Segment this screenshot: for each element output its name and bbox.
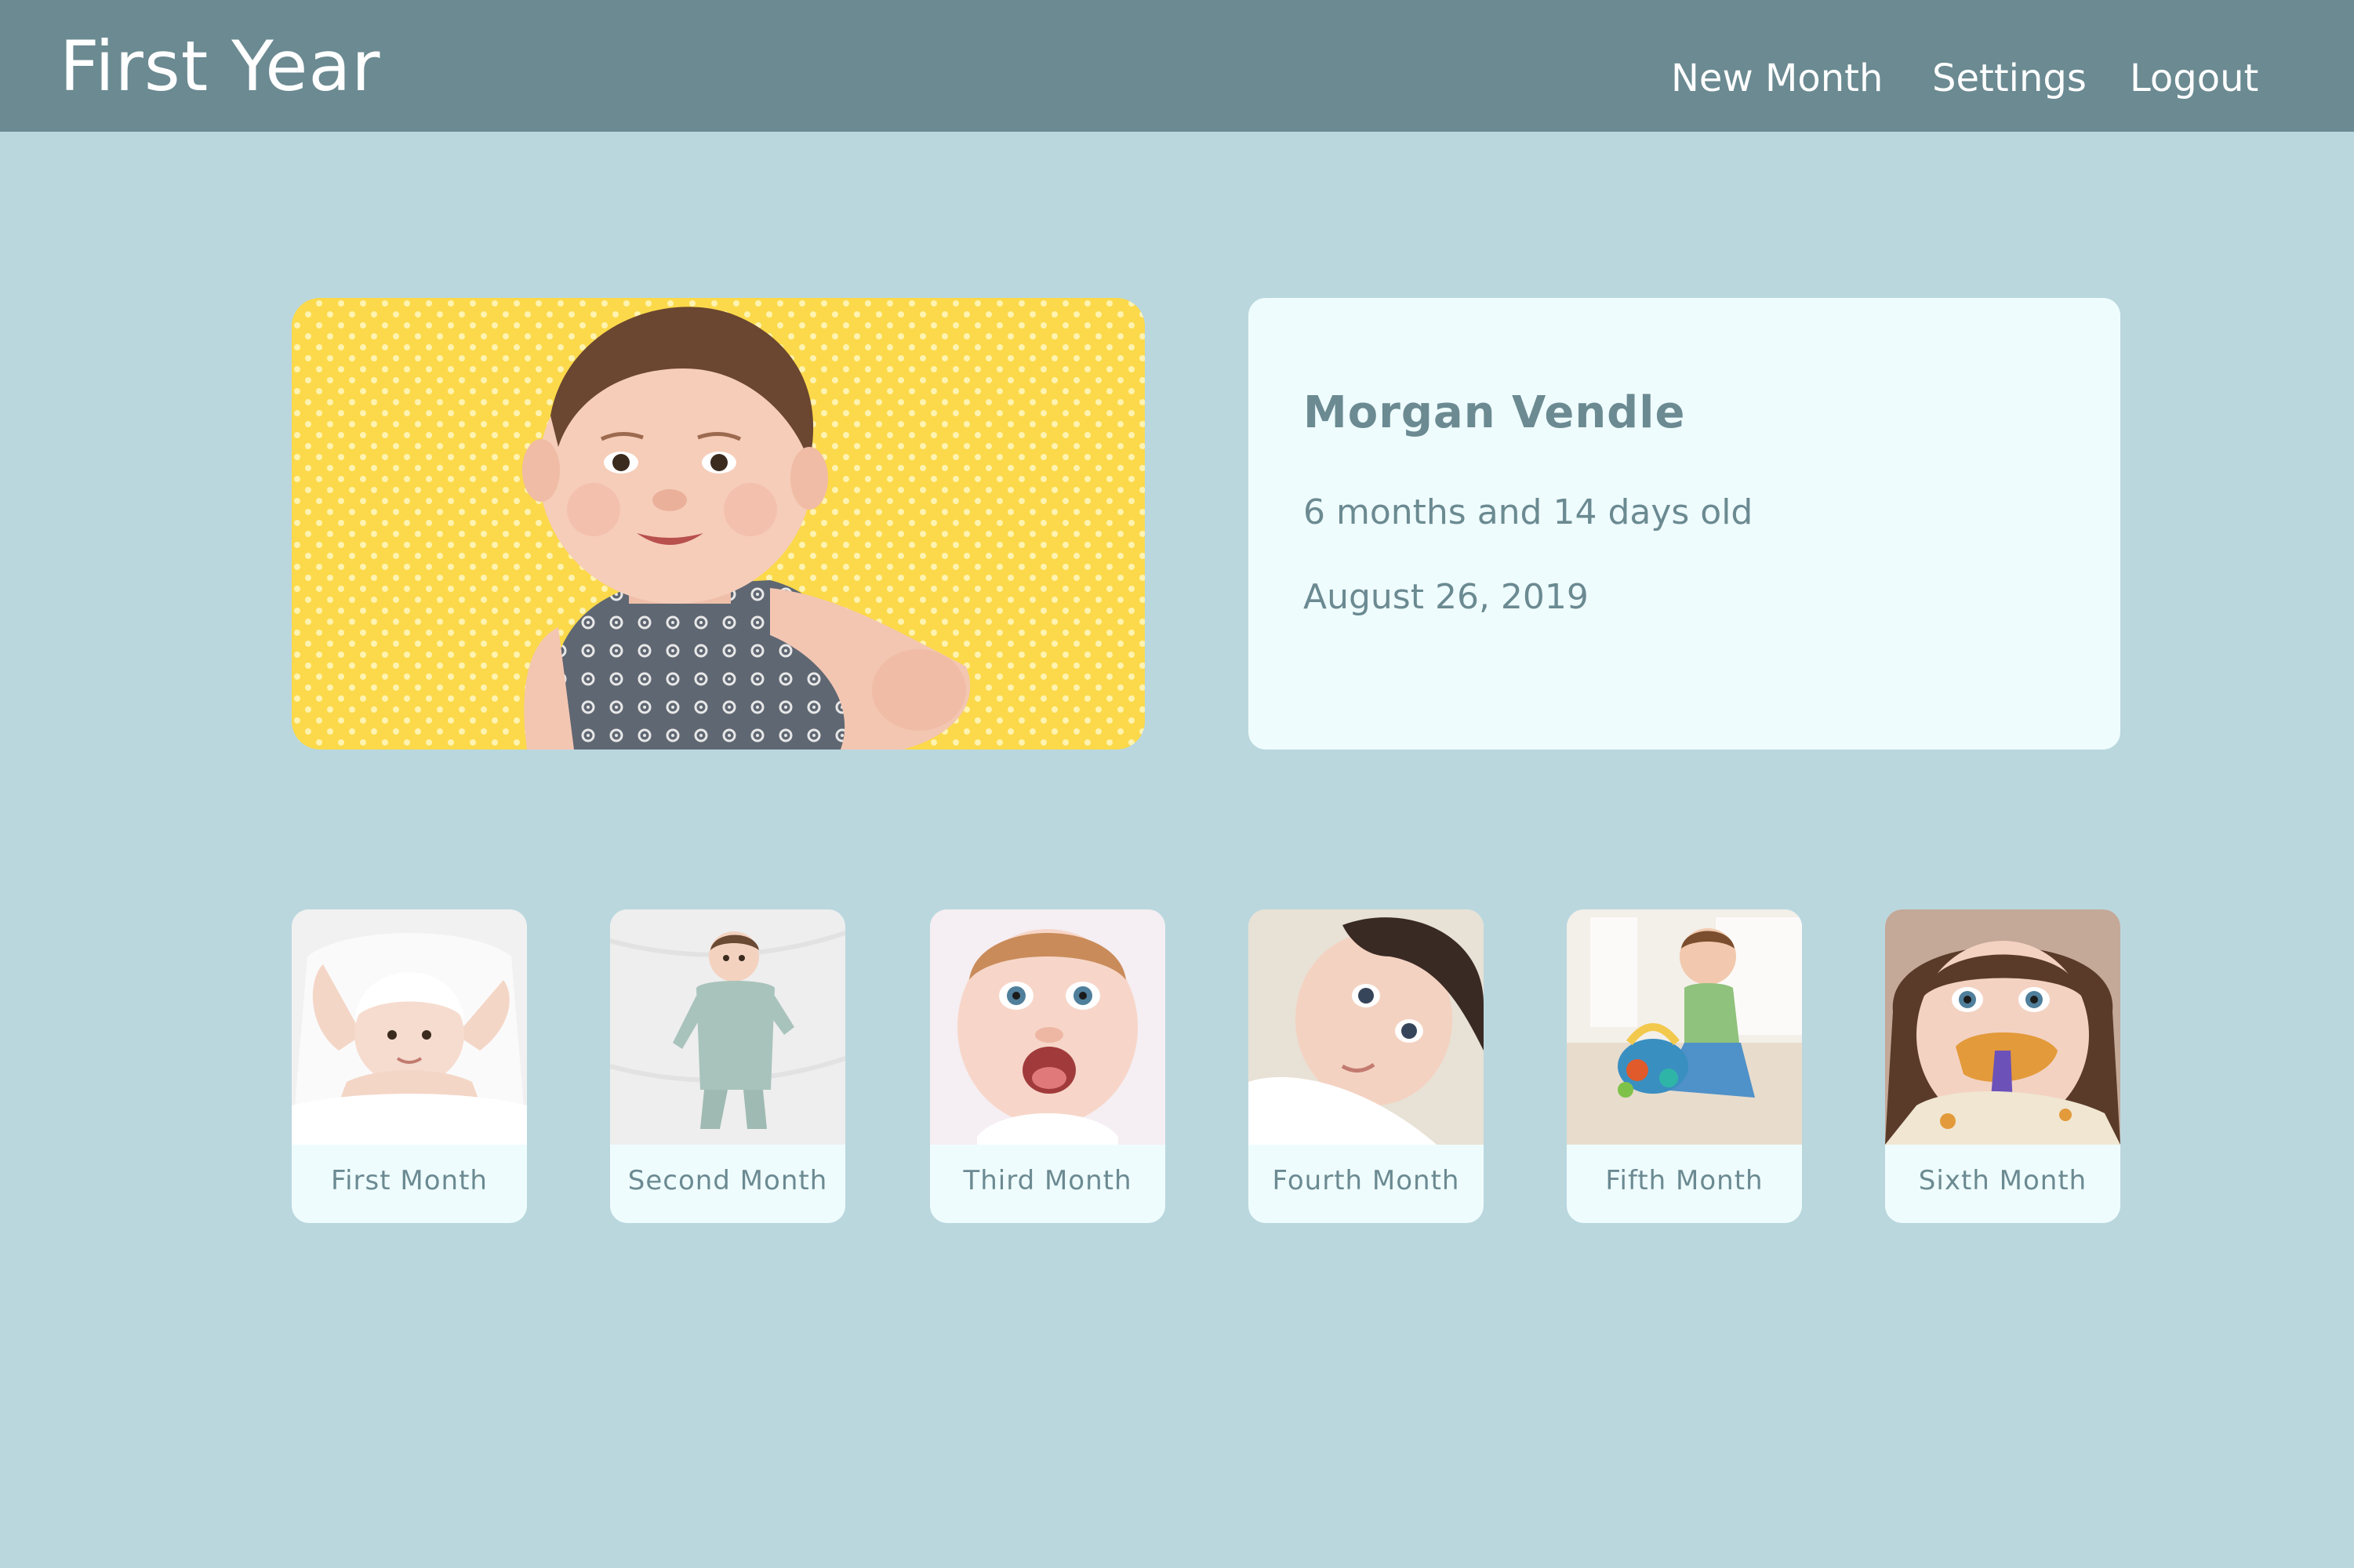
nav-new-month-link[interactable]: New Month <box>1671 55 1883 102</box>
fifth-month-photo <box>1567 909 1802 1145</box>
month-card-first[interactable]: First Month <box>292 909 527 1223</box>
second-month-photo <box>610 909 845 1145</box>
nav-settings-link[interactable]: Settings <box>1932 55 2087 102</box>
month-card-second[interactable]: Second Month <box>610 909 845 1223</box>
month-label: First Month <box>331 1165 488 1196</box>
baby-hero-photo <box>292 298 1145 750</box>
sixth-month-photo <box>1885 909 2120 1145</box>
first-month-photo <box>292 909 527 1145</box>
month-label: Third Month <box>963 1165 1132 1196</box>
month-card-third[interactable]: Third Month <box>930 909 1165 1223</box>
baby-name: Morgan Vendle <box>1303 387 1686 438</box>
month-label: Fourth Month <box>1272 1165 1460 1196</box>
top-navbar: First Year New Month Settings Logout <box>0 0 2354 132</box>
month-card-fourth[interactable]: Fourth Month <box>1248 909 1484 1223</box>
profile-date: August 26, 2019 <box>1303 577 1589 617</box>
month-label: Second Month <box>627 1165 828 1196</box>
nav-logout-link[interactable]: Logout <box>2130 55 2258 102</box>
third-month-photo <box>930 909 1165 1145</box>
app-title[interactable]: First Year <box>60 24 380 110</box>
fourth-month-photo <box>1248 909 1484 1145</box>
month-label: Sixth Month <box>1918 1165 2087 1196</box>
profile-card: Morgan Vendle 6 months and 14 days old A… <box>1248 298 2120 750</box>
month-label: Fifth Month <box>1605 1165 1764 1196</box>
month-card-sixth[interactable]: Sixth Month <box>1885 909 2120 1223</box>
month-card-fifth[interactable]: Fifth Month <box>1567 909 1802 1223</box>
baby-age: 6 months and 14 days old <box>1303 492 1753 532</box>
